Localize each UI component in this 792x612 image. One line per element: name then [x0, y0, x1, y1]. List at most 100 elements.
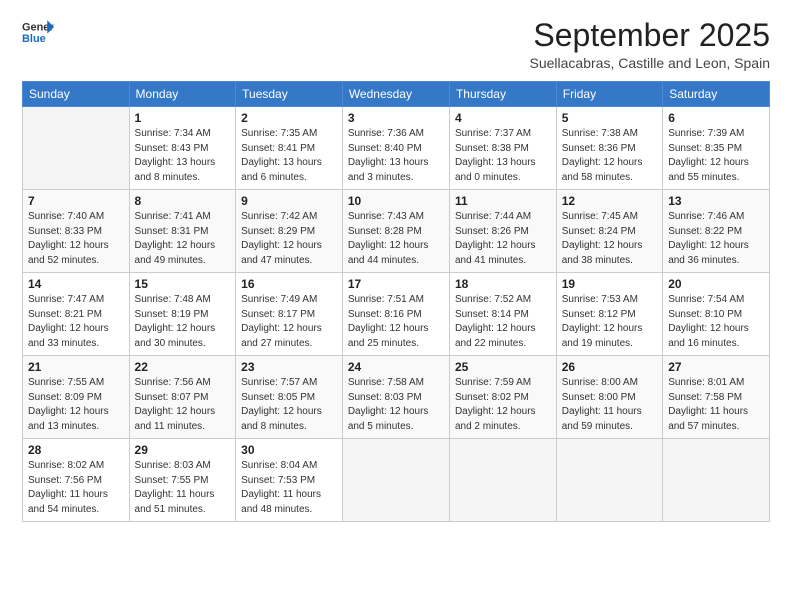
calendar-cell: 8 Sunrise: 7:41 AM Sunset: 8:31 PM Daylig…: [129, 190, 236, 273]
calendar-cell: 19 Sunrise: 7:53 AM Sunset: 8:12 PM Dayli…: [556, 273, 662, 356]
weekday-header-saturday: Saturday: [663, 82, 770, 107]
day-number: 20: [668, 277, 764, 291]
day-number: 30: [241, 443, 337, 457]
calendar-cell: 6 Sunrise: 7:39 AM Sunset: 8:35 PM Daylig…: [663, 107, 770, 190]
calendar-cell: 9 Sunrise: 7:42 AM Sunset: 8:29 PM Daylig…: [236, 190, 343, 273]
month-title: September 2025: [530, 18, 771, 53]
day-number: 29: [135, 443, 231, 457]
day-number: 24: [348, 360, 444, 374]
calendar-cell: 21 Sunrise: 7:55 AM Sunset: 8:09 PM Dayli…: [23, 356, 130, 439]
day-info: Sunrise: 7:51 AM Sunset: 8:16 PM Dayligh…: [348, 293, 444, 351]
day-info: Sunrise: 7:36 AM Sunset: 8:40 PM Dayligh…: [348, 127, 444, 185]
day-info: Sunrise: 7:34 AM Sunset: 8:43 PM Dayligh…: [135, 127, 231, 185]
svg-text:Blue: Blue: [22, 33, 46, 45]
day-number: 14: [28, 277, 124, 291]
calendar-cell: 24 Sunrise: 7:58 AM Sunset: 8:03 PM Dayli…: [342, 356, 449, 439]
day-number: 23: [241, 360, 337, 374]
day-info: Sunrise: 8:03 AM Sunset: 7:55 PM Dayligh…: [135, 459, 231, 517]
day-number: 10: [348, 194, 444, 208]
day-info: Sunrise: 7:43 AM Sunset: 8:28 PM Dayligh…: [348, 210, 444, 268]
calendar-cell: 3 Sunrise: 7:36 AM Sunset: 8:40 PM Daylig…: [342, 107, 449, 190]
calendar-cell: 30 Sunrise: 8:04 AM Sunset: 7:53 PM Dayli…: [236, 439, 343, 522]
calendar-cell: [342, 439, 449, 522]
calendar-cell: 16 Sunrise: 7:49 AM Sunset: 8:17 PM Dayli…: [236, 273, 343, 356]
day-info: Sunrise: 8:04 AM Sunset: 7:53 PM Dayligh…: [241, 459, 337, 517]
day-info: Sunrise: 7:58 AM Sunset: 8:03 PM Dayligh…: [348, 376, 444, 434]
calendar-cell: 18 Sunrise: 7:52 AM Sunset: 8:14 PM Dayli…: [449, 273, 556, 356]
calendar-cell: 15 Sunrise: 7:48 AM Sunset: 8:19 PM Dayli…: [129, 273, 236, 356]
day-info: Sunrise: 7:42 AM Sunset: 8:29 PM Dayligh…: [241, 210, 337, 268]
weekday-header-friday: Friday: [556, 82, 662, 107]
day-number: 16: [241, 277, 337, 291]
calendar-cell: 20 Sunrise: 7:54 AM Sunset: 8:10 PM Dayli…: [663, 273, 770, 356]
location-subtitle: Suellacabras, Castille and Leon, Spain: [530, 55, 771, 71]
day-info: Sunrise: 7:57 AM Sunset: 8:05 PM Dayligh…: [241, 376, 337, 434]
day-number: 19: [562, 277, 657, 291]
day-number: 8: [135, 194, 231, 208]
calendar-cell: 4Sunrise: 7:37 AM Sunset: 8:38 PM Daylig…: [449, 107, 556, 190]
calendar-cell: 12 Sunrise: 7:45 AM Sunset: 8:24 PM Dayli…: [556, 190, 662, 273]
day-info: Sunrise: 7:40 AM Sunset: 8:33 PM Dayligh…: [28, 210, 124, 268]
calendar-cell: 2Sunrise: 7:35 AM Sunset: 8:41 PM Daylig…: [236, 107, 343, 190]
calendar-cell: 10 Sunrise: 7:43 AM Sunset: 8:28 PM Dayli…: [342, 190, 449, 273]
day-info: Sunrise: 7:52 AM Sunset: 8:14 PM Dayligh…: [455, 293, 551, 351]
day-info: Sunrise: 7:54 AM Sunset: 8:10 PM Dayligh…: [668, 293, 764, 351]
calendar-cell: 23 Sunrise: 7:57 AM Sunset: 8:05 PM Dayli…: [236, 356, 343, 439]
calendar-cell: 11 Sunrise: 7:44 AM Sunset: 8:26 PM Dayli…: [449, 190, 556, 273]
calendar-cell: 17Sunrise: 7:51 AM Sunset: 8:16 PM Dayli…: [342, 273, 449, 356]
day-info: Sunrise: 7:45 AM Sunset: 8:24 PM Dayligh…: [562, 210, 657, 268]
calendar-cell: 27 Sunrise: 8:01 AM Sunset: 7:58 PM Dayli…: [663, 356, 770, 439]
day-number: 3: [348, 111, 444, 125]
day-number: 9: [241, 194, 337, 208]
day-info: Sunrise: 8:02 AM Sunset: 7:56 PM Dayligh…: [28, 459, 124, 517]
day-number: 22: [135, 360, 231, 374]
day-number: 13: [668, 194, 764, 208]
day-info: Sunrise: 7:47 AM Sunset: 8:21 PM Dayligh…: [28, 293, 124, 351]
day-info: Sunrise: 8:00 AM Sunset: 8:00 PM Dayligh…: [562, 376, 657, 434]
day-number: 21: [28, 360, 124, 374]
day-info: Sunrise: 7:41 AM Sunset: 8:31 PM Dayligh…: [135, 210, 231, 268]
calendar-table: SundayMondayTuesdayWednesdayThursdayFrid…: [22, 81, 770, 522]
calendar-cell: 7 Sunrise: 7:40 AM Sunset: 8:33 PM Daylig…: [23, 190, 130, 273]
calendar-cell: 5Sunrise: 7:38 AM Sunset: 8:36 PM Daylig…: [556, 107, 662, 190]
title-block: September 2025 Suellacabras, Castille an…: [530, 18, 771, 71]
day-info: Sunrise: 7:59 AM Sunset: 8:02 PM Dayligh…: [455, 376, 551, 434]
day-number: 28: [28, 443, 124, 457]
day-info: Sunrise: 7:48 AM Sunset: 8:19 PM Dayligh…: [135, 293, 231, 351]
day-number: 7: [28, 194, 124, 208]
day-number: 11: [455, 194, 551, 208]
day-number: 27: [668, 360, 764, 374]
weekday-header-thursday: Thursday: [449, 82, 556, 107]
calendar-cell: 25 Sunrise: 7:59 AM Sunset: 8:02 PM Dayli…: [449, 356, 556, 439]
day-info: Sunrise: 7:53 AM Sunset: 8:12 PM Dayligh…: [562, 293, 657, 351]
calendar-cell: 22 Sunrise: 7:56 AM Sunset: 8:07 PM Dayli…: [129, 356, 236, 439]
day-number: 25: [455, 360, 551, 374]
weekday-header-tuesday: Tuesday: [236, 82, 343, 107]
day-info: Sunrise: 7:55 AM Sunset: 8:09 PM Dayligh…: [28, 376, 124, 434]
day-info: Sunrise: 7:39 AM Sunset: 8:35 PM Dayligh…: [668, 127, 764, 185]
weekday-header-wednesday: Wednesday: [342, 82, 449, 107]
day-number: 15: [135, 277, 231, 291]
calendar-cell: 26 Sunrise: 8:00 AM Sunset: 8:00 PM Dayli…: [556, 356, 662, 439]
day-info: Sunrise: 7:49 AM Sunset: 8:17 PM Dayligh…: [241, 293, 337, 351]
day-number: 4: [455, 111, 551, 125]
calendar-cell: 13Sunrise: 7:46 AM Sunset: 8:22 PM Dayli…: [663, 190, 770, 273]
calendar-cell: [556, 439, 662, 522]
day-info: Sunrise: 8:01 AM Sunset: 7:58 PM Dayligh…: [668, 376, 764, 434]
logo: General Blue: [22, 18, 54, 46]
weekday-header-sunday: Sunday: [23, 82, 130, 107]
day-info: Sunrise: 7:56 AM Sunset: 8:07 PM Dayligh…: [135, 376, 231, 434]
calendar-cell: 29 Sunrise: 8:03 AM Sunset: 7:55 PM Dayli…: [129, 439, 236, 522]
calendar-cell: [23, 107, 130, 190]
day-number: 18: [455, 277, 551, 291]
day-number: 2: [241, 111, 337, 125]
day-number: 12: [562, 194, 657, 208]
calendar-cell: 1 Sunrise: 7:34 AM Sunset: 8:43 PM Daylig…: [129, 107, 236, 190]
day-info: Sunrise: 7:44 AM Sunset: 8:26 PM Dayligh…: [455, 210, 551, 268]
day-number: 1: [135, 111, 231, 125]
day-number: 6: [668, 111, 764, 125]
calendar-cell: 28 Sunrise: 8:02 AM Sunset: 7:56 PM Dayli…: [23, 439, 130, 522]
day-number: 26: [562, 360, 657, 374]
weekday-header-monday: Monday: [129, 82, 236, 107]
calendar-cell: [663, 439, 770, 522]
